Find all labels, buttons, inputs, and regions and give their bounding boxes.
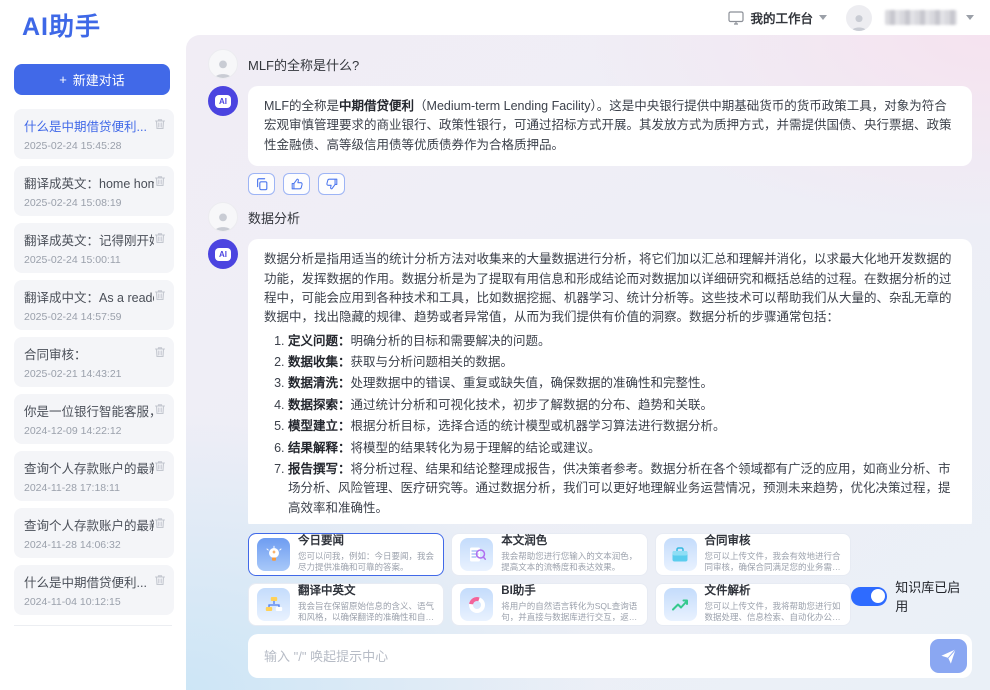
step-item: 定义问题：明确分析的目标和需要解决的问题。 [288,332,956,351]
feature-card-news[interactable]: 今日要闻 您可以问我，例如：今日要闻，我会尽力提供准确和可靠的答案。 [248,533,444,576]
ai-response-bold: 中期借贷便利 [339,99,414,113]
conversation-item[interactable]: 翻译成英文：记得刚开始... 2025-02-24 15:00:11 [14,223,174,273]
conversation-item[interactable]: 查询个人存款账户的最新... 2024-11-28 17:18:11 [14,451,174,501]
delete-conversation-icon[interactable] [153,288,167,302]
feature-card-contract[interactable]: 合同审核 您可以上传文件，我会有效地进行合同审核，确保合同满足您的业务需求。 [655,533,851,576]
workspace-label: 我的工作台 [750,8,813,27]
message-input[interactable] [262,648,930,665]
user-message-text: MLF的全称是什么? [248,55,359,74]
ai-response-text: MLF的全称是 [264,99,339,113]
delete-conversation-icon[interactable] [153,402,167,416]
conversation-list: 什么是中期借贷便利... 2025-02-24 15:45:28 翻译成英文：h… [0,109,186,615]
toggle-knob [871,589,885,603]
copy-icon [255,177,269,191]
ai-message: AI MLF的全称是中期借贷便利（Medium-term Lending Fac… [208,86,972,166]
plus-icon: + [59,72,67,87]
new-chat-button[interactable]: + 新建对话 [14,64,170,95]
composer [248,634,972,678]
topbar: 我的工作台 [728,0,974,35]
chat-messages: MLF的全称是什么? AI MLF的全称是中期借贷便利（Medium-term … [208,43,972,524]
thumbs-down-icon [325,177,339,191]
step-item: 数据收集：获取与分析问题相关的数据。 [288,353,956,372]
ai-avatar: AI [208,239,238,269]
step-item: 数据探索：通过统计分析和可视化技术，初步了解数据的分布、趋势和关联。 [288,396,956,415]
send-button[interactable] [930,639,967,673]
trend-arrow-icon [664,588,697,621]
user-avatar [208,202,238,232]
lightbulb-icon [257,538,290,571]
delete-conversation-icon[interactable] [153,459,167,473]
delete-conversation-icon[interactable] [153,345,167,359]
chat-panel: MLF的全称是什么? AI MLF的全称是中期借贷便利（Medium-term … [186,35,990,690]
user-message-text: 数据分析 [248,208,300,227]
delete-conversation-icon[interactable] [153,516,167,530]
monitor-icon [728,11,744,25]
toggle-switch[interactable] [851,587,887,606]
workspace-menu[interactable]: 我的工作台 [728,8,827,27]
knowledge-base-label: 知识库已启用 [895,577,972,615]
ai-response-intro: 数据分析是指用适当的统计分析方法对收集来的大量数据进行分析，将它们加以汇总和理解… [264,252,952,324]
feature-card-polish[interactable]: 本文润色 我会帮助您进行您输入的文本润色，提高文本的流畅度和表达效果。 [451,533,647,576]
new-chat-label: 新建对话 [73,70,125,89]
donut-chart-icon [460,588,493,621]
conversation-item[interactable]: 翻译成中文：As a reader... 2025-02-24 14:57:59 [14,280,174,330]
delete-conversation-icon[interactable] [153,174,167,188]
conversation-item[interactable]: 翻译成英文：home home 2025-02-24 15:08:19 [14,166,174,216]
user-message: 数据分析 [208,202,972,232]
ai-response-card: MLF的全称是中期借贷便利（Medium-term Lending Facili… [248,86,972,166]
conversation-item[interactable]: 查询个人存款账户的最新... 2024-11-28 14:06:32 [14,508,174,558]
conversation-item[interactable]: 合同审核： 2025-02-21 14:43:21 [14,337,174,387]
sidebar: AI助手 + 新建对话 什么是中期借贷便利... 2025-02-24 15:4… [0,0,186,690]
ai-message: AI 数据分析是指用适当的统计分析方法对收集来的大量数据进行分析，将它们加以汇总… [208,239,972,524]
step-item: 结果解释：将模型的结果转化为易于理解的结论或建议。 [288,439,956,458]
ai-avatar: AI [208,86,238,116]
briefcase-icon [664,538,697,571]
paper-plane-icon [940,648,957,665]
user-avatar[interactable] [846,5,872,31]
feature-cards: 今日要闻 您可以问我，例如：今日要闻，我会尽力提供准确和可靠的答案。 本文润色 … [248,533,851,626]
ai-response-card: 数据分析是指用适当的统计分析方法对收集来的大量数据进行分析，将它们加以汇总和理解… [248,239,972,524]
step-item: 数据清洗：处理数据中的错误、重复或缺失值，确保数据的准确性和完整性。 [288,374,956,393]
user-message: MLF的全称是什么? [208,49,972,79]
response-actions [248,173,972,195]
thumbs-up-icon [290,177,304,191]
knowledge-base-toggle[interactable]: 知识库已启用 [851,577,972,615]
step-item: 模型建立：根据分析目标，选择合适的统计模型或机器学习算法进行数据分析。 [288,417,956,436]
user-avatar [208,49,238,79]
conversation-item[interactable]: 什么是中期借贷便利... 2025-02-24 15:45:28 [14,109,174,159]
polish-doc-icon [460,538,493,571]
sitemap-icon [257,588,290,621]
thumbs-down-button[interactable] [318,173,345,195]
account-chevron-icon[interactable] [966,15,974,20]
feature-card-bi[interactable]: BI助手 将用户的自然语言转化为SQL查询语句，并直接与数据库进行交互，返回智能… [451,583,647,626]
conversation-item[interactable]: 什么是中期借贷便利... 2024-11-04 10:12:15 [14,565,174,615]
step-item: 报告撰写：将分析过程、结果和结论整理成报告，供决策者参考。数据分析在各个领域都有… [288,460,956,518]
username-masked [885,10,957,25]
copy-button[interactable] [248,173,275,195]
chevron-down-icon [819,15,827,20]
feature-card-fileparse[interactable]: 文件解析 您可以上传文件，我将帮助您进行如数据处理、信息检索、自动化办公等。 [655,583,851,626]
delete-conversation-icon[interactable] [153,117,167,131]
delete-conversation-icon[interactable] [153,231,167,245]
thumbs-up-button[interactable] [283,173,310,195]
sidebar-divider [14,625,172,626]
analysis-steps-list: 定义问题：明确分析的目标和需要解决的问题。 数据收集：获取与分析问题相关的数据。… [264,332,956,518]
delete-conversation-icon[interactable] [153,573,167,587]
feature-card-translate[interactable]: 翻译中英文 我会旨在保留原始信息的含义、语气和风格，以确保翻译的准确性和自然流畅… [248,583,444,626]
feature-section: 今日要闻 您可以问我，例如：今日要闻，我会尽力提供准确和可靠的答案。 本文润色 … [248,533,972,626]
app-logo: AI助手 [0,0,186,43]
ai-avatar-label: AI [215,248,231,261]
conversation-item[interactable]: 你是一位银行智能客服，... 2024-12-09 14:22:12 [14,394,174,444]
ai-avatar-label: AI [215,95,231,108]
